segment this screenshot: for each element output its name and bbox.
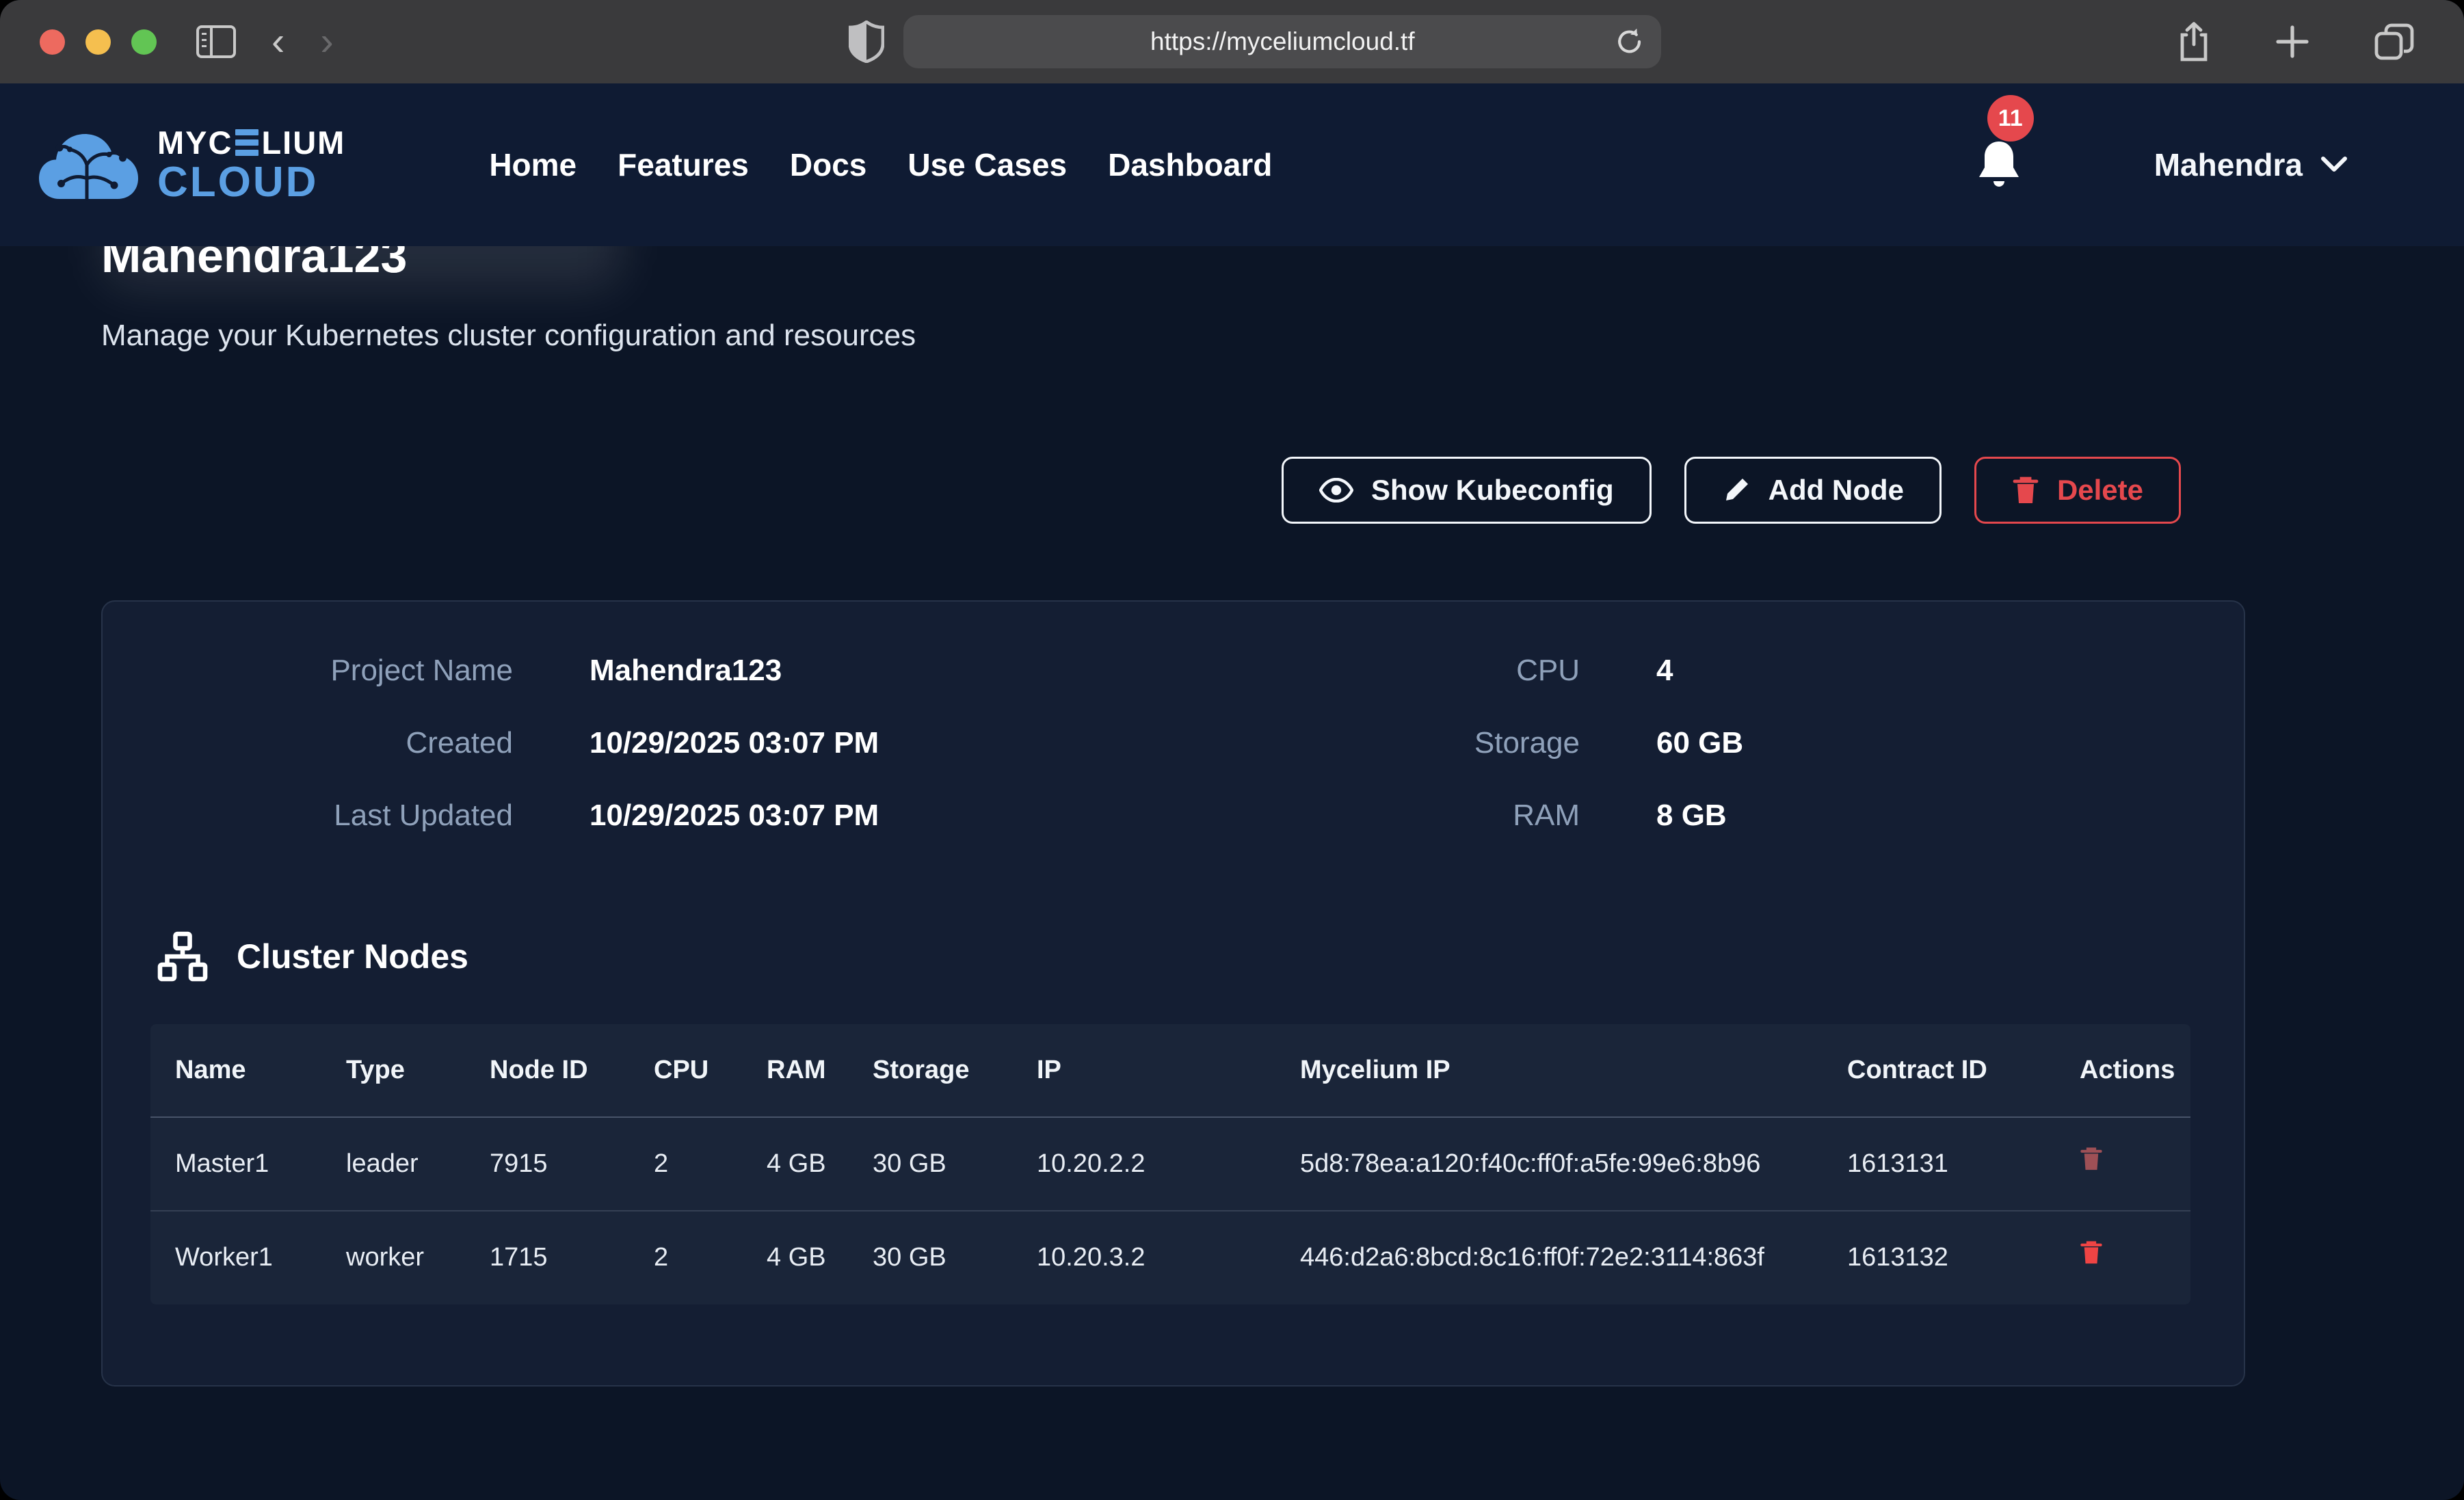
detail-label: CPU — [1306, 654, 1580, 688]
minimize-window-button[interactable] — [85, 29, 111, 55]
logo-wordmark-bottom: CLOUD — [157, 161, 345, 204]
cluster-nodes-icon — [156, 930, 209, 983]
cell-storage: 30 GB — [848, 1117, 1012, 1211]
detail-value-project-name: Mahendra123 — [589, 654, 1306, 688]
cell-ram: 4 GB — [742, 1211, 848, 1304]
browser-toolbar: ‹ › https://myceliumcloud.tf — [0, 0, 2464, 83]
cell-name: Worker1 — [150, 1211, 321, 1304]
cell-mycelium-ip: 5d8:78ea:a120:f40c:ff0f:a5fe:99e6:8b96 — [1275, 1117, 1823, 1211]
trash-icon — [2080, 1145, 2103, 1173]
user-menu[interactable]: Mahendra — [2154, 146, 2348, 183]
tab-overview-icon[interactable] — [2374, 23, 2415, 61]
cell-cpu: 2 — [629, 1211, 742, 1304]
bell-icon — [1974, 137, 2024, 192]
nodes-table: Name Type Node ID CPU RAM Storage IP Myc… — [150, 1024, 2190, 1304]
detail-label: Last Updated — [103, 799, 513, 833]
detail-label: Created — [103, 726, 513, 760]
notification-badge: 11 — [1987, 95, 2034, 142]
nav-link-features[interactable]: Features — [618, 146, 749, 183]
cell-contract-id: 1613131 — [1823, 1117, 2055, 1211]
mycelium-cloud-logo-icon — [36, 113, 145, 216]
close-window-button[interactable] — [40, 29, 65, 55]
delete-node-button[interactable] — [2080, 1239, 2103, 1266]
cell-contract-id: 1613132 — [1823, 1211, 2055, 1304]
trash-icon — [2080, 1239, 2103, 1266]
logo-e-bars-icon — [235, 129, 259, 156]
cell-ip: 10.20.2.2 — [1012, 1117, 1275, 1211]
sidebar-toggle-icon[interactable] — [196, 25, 236, 58]
cell-ip: 10.20.3.2 — [1012, 1211, 1275, 1304]
notifications-button[interactable]: 11 — [1974, 137, 2024, 192]
col-header-type: Type — [321, 1024, 465, 1117]
table-row: Worker1 worker 1715 2 4 GB 30 GB 10.20.3… — [150, 1211, 2190, 1304]
reload-icon[interactable] — [1616, 27, 1643, 57]
cell-name: Master1 — [150, 1117, 321, 1211]
detail-value-created: 10/29/2025 03:07 PM — [589, 726, 1306, 760]
delete-cluster-button[interactable]: Delete — [1974, 457, 2181, 524]
trash-icon — [2012, 474, 2039, 506]
add-node-button[interactable]: Add Node — [1684, 457, 1942, 524]
col-header-ip: IP — [1012, 1024, 1275, 1117]
logo-wordmark-top: MYCLIUM — [157, 126, 345, 159]
col-header-node-id: Node ID — [465, 1024, 629, 1117]
cluster-nodes-heading: Cluster Nodes — [237, 937, 468, 976]
col-header-mycelium-ip: Mycelium IP — [1275, 1024, 1823, 1117]
detail-value-ram: 8 GB — [1656, 799, 2244, 833]
col-header-contract-id: Contract ID — [1823, 1024, 2055, 1117]
cell-cpu: 2 — [629, 1117, 742, 1211]
cell-type: worker — [321, 1211, 465, 1304]
brand-logo[interactable]: MYCLIUM CLOUD — [36, 113, 345, 216]
url-text: https://myceliumcloud.tf — [1150, 27, 1415, 56]
table-row: Master1 leader 7915 2 4 GB 30 GB 10.20.2… — [150, 1117, 2190, 1211]
forward-icon: › — [320, 22, 333, 62]
browser-window: ‹ › https://myceliumcloud.tf — [0, 0, 2464, 1500]
cell-node-id: 1715 — [465, 1211, 629, 1304]
col-header-name: Name — [150, 1024, 321, 1117]
cluster-actions: Show Kubeconfig Add Node Delete — [101, 457, 2181, 524]
url-bar[interactable]: https://myceliumcloud.tf — [903, 15, 1661, 68]
pencil-icon — [1722, 476, 1751, 505]
detail-value-last-updated: 10/29/2025 03:07 PM — [589, 799, 1306, 833]
share-icon[interactable] — [2177, 21, 2211, 62]
col-header-cpu: CPU — [629, 1024, 742, 1117]
back-icon[interactable]: ‹ — [271, 22, 284, 62]
delete-node-button[interactable] — [2080, 1145, 2103, 1173]
detail-label: RAM — [1306, 799, 1580, 833]
cell-ram: 4 GB — [742, 1117, 848, 1211]
new-tab-icon[interactable] — [2274, 23, 2311, 60]
detail-label: Project Name — [103, 654, 513, 688]
cell-node-id: 7915 — [465, 1117, 629, 1211]
cell-mycelium-ip: 446:d2a6:8bcd:8c16:ff0f:72e2:3114:863f — [1275, 1211, 1823, 1304]
user-name: Mahendra — [2154, 146, 2303, 183]
page-subtitle: Manage your Kubernetes cluster configura… — [101, 319, 2245, 353]
traffic-lights — [40, 29, 157, 55]
privacy-shield-icon[interactable] — [849, 21, 884, 63]
page-content: Mahendra123 Manage your Kubernetes clust… — [0, 228, 2464, 1387]
cell-type: leader — [321, 1117, 465, 1211]
nodes-table-panel: Name Type Node ID CPU RAM Storage IP Myc… — [150, 1024, 2190, 1304]
cell-storage: 30 GB — [848, 1211, 1012, 1304]
col-header-ram: RAM — [742, 1024, 848, 1117]
nav-links: Home Features Docs Use Cases Dashboard — [489, 146, 1272, 183]
nav-link-dashboard[interactable]: Dashboard — [1108, 146, 1272, 183]
col-header-actions: Actions — [2055, 1024, 2190, 1117]
eye-icon — [1319, 478, 1353, 503]
cluster-details-card: Project Name Mahendra123 Created 10/29/2… — [101, 600, 2245, 1387]
nav-link-home[interactable]: Home — [489, 146, 577, 183]
nav-link-use-cases[interactable]: Use Cases — [908, 146, 1067, 183]
app-navbar: MYCLIUM CLOUD Home Features Docs Use Cas… — [0, 83, 2464, 246]
table-header-row: Name Type Node ID CPU RAM Storage IP Myc… — [150, 1024, 2190, 1117]
detail-value-cpu: 4 — [1656, 654, 2244, 688]
chevron-down-icon — [2320, 156, 2348, 174]
detail-label: Storage — [1306, 726, 1580, 760]
detail-value-storage: 60 GB — [1656, 726, 2244, 760]
zoom-window-button[interactable] — [131, 29, 157, 55]
nav-link-docs[interactable]: Docs — [790, 146, 866, 183]
show-kubeconfig-button[interactable]: Show Kubeconfig — [1282, 457, 1652, 524]
col-header-storage: Storage — [848, 1024, 1012, 1117]
